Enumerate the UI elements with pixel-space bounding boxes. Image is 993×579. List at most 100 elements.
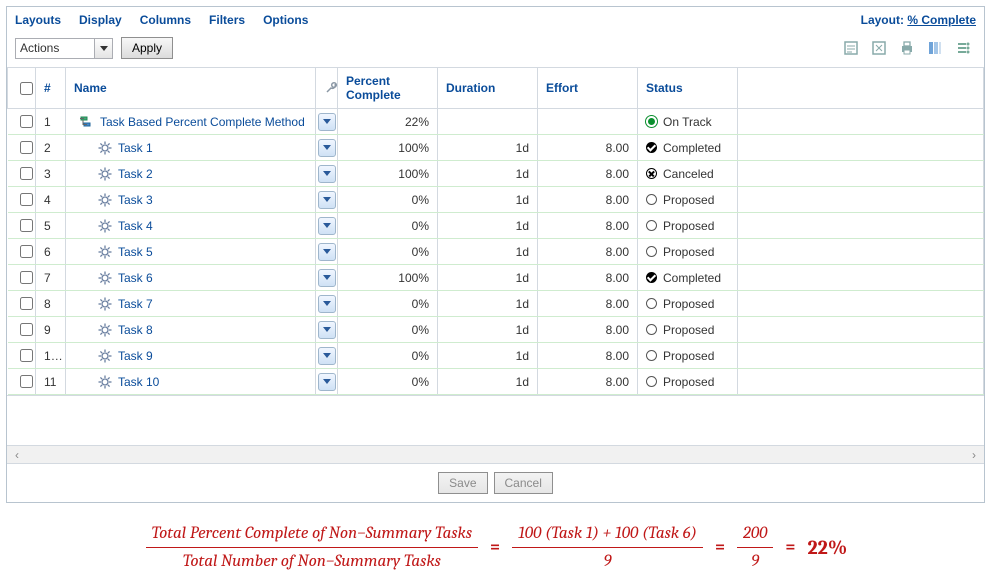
status-text: Completed xyxy=(663,271,721,285)
cell-percent-complete: 100% xyxy=(338,135,438,161)
row-checkbox[interactable] xyxy=(20,193,33,206)
row-number: 6 xyxy=(36,239,66,265)
row-number: 5 xyxy=(36,213,66,239)
cell-effort: 8.00 xyxy=(538,161,638,187)
row-dropdown-button[interactable] xyxy=(318,165,336,183)
table-row[interactable]: 5Task 40%1d8.00Proposed xyxy=(8,213,984,239)
task-name-link[interactable]: Task 8 xyxy=(118,323,153,337)
footer-buttons: Save Cancel xyxy=(7,463,984,502)
row-checkbox[interactable] xyxy=(20,245,33,258)
table-row[interactable]: 7Task 6100%1d8.00Completed xyxy=(8,265,984,291)
print-icon[interactable] xyxy=(898,39,916,57)
menu-columns[interactable]: Columns xyxy=(140,13,191,27)
task-name-link[interactable]: Task 9 xyxy=(118,349,153,363)
status-text: Proposed xyxy=(663,193,714,207)
header-status[interactable]: Status xyxy=(638,68,738,109)
header-duration[interactable]: Duration xyxy=(438,68,538,109)
table-row[interactable]: 10Task 90%1d8.00Proposed xyxy=(8,343,984,369)
cell-status: Proposed xyxy=(646,349,729,363)
header-number[interactable]: # xyxy=(36,68,66,109)
table-row[interactable]: 2Task 1100%1d8.00Completed xyxy=(8,135,984,161)
row-dropdown-button[interactable] xyxy=(318,347,336,365)
row-checkbox[interactable] xyxy=(20,219,33,232)
cell-effort: 8.00 xyxy=(538,291,638,317)
scroll-left-icon[interactable]: ‹ xyxy=(15,448,19,462)
row-checkbox[interactable] xyxy=(20,375,33,388)
settings-icon[interactable] xyxy=(954,39,972,57)
save-button[interactable]: Save xyxy=(438,472,487,494)
cell-percent-complete: 0% xyxy=(338,239,438,265)
task-name-link[interactable]: Task Based Percent Complete Method xyxy=(100,115,305,129)
cell-percent-complete: 0% xyxy=(338,187,438,213)
gear-icon xyxy=(98,193,112,207)
row-dropdown-button[interactable] xyxy=(318,295,336,313)
layout-value-link[interactable]: % Complete xyxy=(907,13,976,27)
row-dropdown-button[interactable] xyxy=(318,139,336,157)
table-row[interactable]: 1Task Based Percent Complete Method22%On… xyxy=(8,109,984,135)
header-wrench-icon[interactable] xyxy=(316,68,338,109)
table-row[interactable]: 8Task 70%1d8.00Proposed xyxy=(8,291,984,317)
task-name-link[interactable]: Task 6 xyxy=(118,271,153,285)
task-name-link[interactable]: Task 3 xyxy=(118,193,153,207)
task-name-link[interactable]: Task 10 xyxy=(118,375,159,389)
table-row[interactable]: 6Task 50%1d8.00Proposed xyxy=(8,239,984,265)
menu-filters[interactable]: Filters xyxy=(209,13,245,27)
task-name-link[interactable]: Task 7 xyxy=(118,297,153,311)
row-number: 11 xyxy=(36,369,66,395)
row-dropdown-button[interactable] xyxy=(318,373,336,391)
row-checkbox[interactable] xyxy=(20,349,33,362)
gear-icon xyxy=(98,297,112,311)
formula-fraction-1: Total Percent Complete of Non−Summary Ta… xyxy=(146,523,478,573)
row-dropdown-button[interactable] xyxy=(318,243,336,261)
menu-options[interactable]: Options xyxy=(263,13,308,27)
cell-duration: 1d xyxy=(438,239,538,265)
table-row[interactable]: 4Task 30%1d8.00Proposed xyxy=(8,187,984,213)
row-checkbox[interactable] xyxy=(20,297,33,310)
select-all-checkbox[interactable] xyxy=(20,82,33,95)
row-dropdown-button[interactable] xyxy=(318,217,336,235)
apply-button[interactable]: Apply xyxy=(121,37,173,59)
cell-percent-complete: 0% xyxy=(338,213,438,239)
menu-layouts[interactable]: Layouts xyxy=(15,13,61,27)
header-select-all[interactable] xyxy=(8,68,36,109)
row-checkbox[interactable] xyxy=(20,141,33,154)
toolbar-icons xyxy=(842,39,976,57)
cell-effort: 8.00 xyxy=(538,343,638,369)
task-name-link[interactable]: Task 2 xyxy=(118,167,153,181)
cell-duration: 1d xyxy=(438,213,538,239)
cell-effort: 8.00 xyxy=(538,265,638,291)
header-name[interactable]: Name xyxy=(66,68,316,109)
gear-icon xyxy=(98,375,112,389)
row-dropdown-button[interactable] xyxy=(318,113,336,131)
row-dropdown-button[interactable] xyxy=(318,191,336,209)
cell-duration: 1d xyxy=(438,317,538,343)
header-percent-complete[interactable]: Percent Complete xyxy=(338,68,438,109)
cell-duration xyxy=(438,109,538,135)
cell-effort xyxy=(538,109,638,135)
table-row[interactable]: 3Task 2100%1d8.00Canceled xyxy=(8,161,984,187)
export-icon[interactable] xyxy=(842,39,860,57)
header-row: # Name Percent Complete Duration Effort … xyxy=(8,68,984,109)
columns-icon[interactable] xyxy=(926,39,944,57)
scroll-right-icon[interactable]: › xyxy=(972,448,976,462)
menu-display[interactable]: Display xyxy=(79,13,122,27)
row-checkbox[interactable] xyxy=(20,271,33,284)
row-dropdown-button[interactable] xyxy=(318,321,336,339)
row-dropdown-button[interactable] xyxy=(318,269,336,287)
task-name-link[interactable]: Task 5 xyxy=(118,245,153,259)
table-row[interactable]: 11Task 100%1d8.00Proposed xyxy=(8,369,984,395)
row-checkbox[interactable] xyxy=(20,115,33,128)
task-name-link[interactable]: Task 4 xyxy=(118,219,153,233)
row-checkbox[interactable] xyxy=(20,323,33,336)
cell-effort: 8.00 xyxy=(538,317,638,343)
table-row[interactable]: 9Task 80%1d8.00Proposed xyxy=(8,317,984,343)
header-effort[interactable]: Effort xyxy=(538,68,638,109)
gear-icon xyxy=(98,245,112,259)
cancel-button[interactable]: Cancel xyxy=(494,472,553,494)
expand-icon[interactable] xyxy=(870,39,888,57)
task-name-link[interactable]: Task 1 xyxy=(118,141,153,155)
horizontal-scrollbar[interactable]: ‹ › xyxy=(7,445,984,463)
row-checkbox[interactable] xyxy=(20,167,33,180)
actions-dropdown[interactable]: Actions xyxy=(15,38,113,59)
task-grid: # Name Percent Complete Duration Effort … xyxy=(7,67,984,395)
